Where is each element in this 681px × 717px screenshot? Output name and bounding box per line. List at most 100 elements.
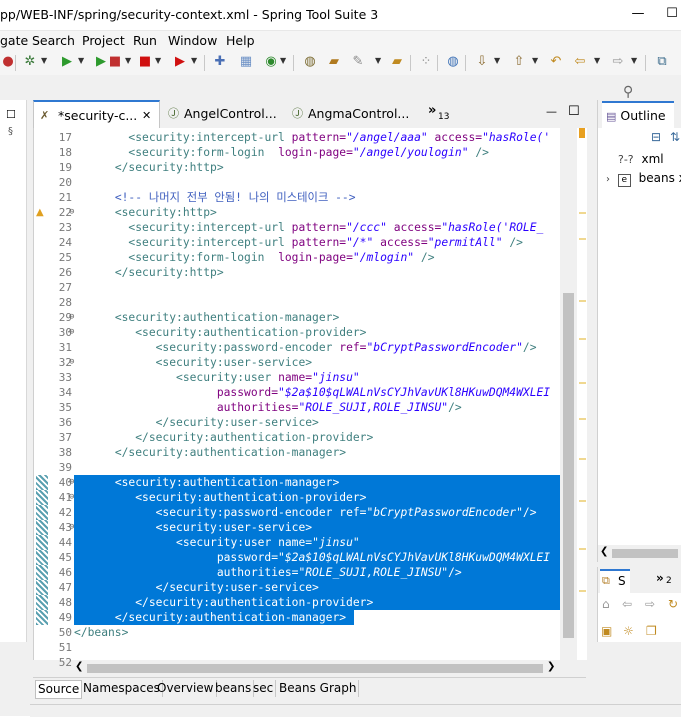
minimize-view-button[interactable]: — <box>546 105 557 118</box>
vertical-scroll-thumb[interactable] <box>563 293 574 638</box>
link-icon[interactable]: § <box>8 126 13 137</box>
code-line[interactable]: authorities="ROLE_SUJI,ROLE_JINSU"/> <box>74 400 560 415</box>
occurrence-marker[interactable] <box>579 382 586 384</box>
run-icon[interactable]: ▶ <box>59 54 75 70</box>
back-dropdown-icon[interactable]: ▼ <box>594 56 600 65</box>
code-line[interactable]: <security:authentication-provider> <box>74 325 560 340</box>
home-icon[interactable]: ⌂ <box>602 597 610 611</box>
forward-dropdown-icon[interactable]: ▼ <box>631 56 637 65</box>
code-line[interactable]: <security:form-login login-page="/mlogin… <box>74 250 560 265</box>
code-line[interactable] <box>74 640 560 655</box>
code-line[interactable]: <security:password-encoder ref="bCryptPa… <box>74 505 560 520</box>
menu-navigate[interactable]: gate <box>0 33 28 48</box>
occurrence-marker[interactable] <box>579 212 586 214</box>
maximize-button[interactable]: ☐ <box>664 6 680 22</box>
tab-sec[interactable]: sec <box>251 680 277 697</box>
code-line[interactable]: <security:form-login login-page="/angel/… <box>74 145 560 160</box>
tab-security-context[interactable]: ✗ *security-c... ✕ <box>33 100 160 129</box>
code-line[interactable]: </security:http> <box>74 265 560 280</box>
outline-hscroll[interactable]: ❮ <box>598 545 681 562</box>
scroll-left-icon[interactable]: ❮ <box>600 546 608 557</box>
tab-namespaces[interactable]: Namespaces <box>81 680 163 697</box>
code-line[interactable]: <security:intercept-url pattern="/angel/… <box>74 130 560 145</box>
next-annotation-icon[interactable]: ⇩ <box>474 54 490 70</box>
open-type-icon[interactable]: ◍ <box>302 54 318 70</box>
new-class-icon[interactable]: ◉ <box>263 54 279 70</box>
disconnect-icon[interactable]: ▶ <box>172 54 188 70</box>
code-line[interactable]: <security:intercept-url pattern="/*" acc… <box>74 235 560 250</box>
code-line[interactable] <box>74 175 560 190</box>
code-line[interactable] <box>74 460 560 475</box>
restore-icon[interactable]: ☐ <box>6 108 16 121</box>
menu-search[interactable]: Search <box>32 33 75 48</box>
code-line[interactable]: <security:user name="jinsu" <box>74 535 560 550</box>
overflow-chevron-icon[interactable]: » <box>656 571 664 585</box>
warning-icon[interactable]: ▲ <box>36 205 44 220</box>
occurrence-marker[interactable] <box>579 300 586 302</box>
scroll-right-icon[interactable]: ❯ <box>547 661 555 672</box>
warning-marker[interactable] <box>579 128 585 138</box>
tab-angma-controller[interactable]: Ⓙ AngmaControl... <box>286 100 411 127</box>
code-line[interactable]: password="$2a$10$qLWALnVsCYJhVavUKl8HKuw… <box>74 385 560 400</box>
tab-overview[interactable]: Overview <box>155 680 217 697</box>
minimize-button[interactable]: — <box>630 6 646 22</box>
disconnect-dropdown-icon[interactable]: ▼ <box>191 56 197 65</box>
code-line[interactable]: </security:authentication-manager> <box>74 445 560 460</box>
code-line[interactable]: </security:authentication-provider> <box>74 595 560 610</box>
tab-outline[interactable]: ▤ Outline <box>602 101 674 129</box>
search-toolbar-icon[interactable]: ⚲ <box>623 84 633 100</box>
prev-annotation-dropdown-icon[interactable]: ▼ <box>532 56 538 65</box>
menu-window[interactable]: Window <box>168 33 217 48</box>
open-folder-icon[interactable]: ▰ <box>326 54 342 70</box>
last-edit-icon[interactable]: ↶ <box>548 54 564 70</box>
tab-angel-controller[interactable]: Ⓙ AngelControl... <box>162 100 277 127</box>
refresh-icon[interactable]: ↻ <box>668 597 678 611</box>
code-line[interactable]: </security:user-service> <box>74 415 560 430</box>
expand-icon[interactable]: › <box>606 174 610 185</box>
occurrence-marker[interactable] <box>579 500 586 502</box>
next-annotation-dropdown-icon[interactable]: ▼ <box>494 56 500 65</box>
scroll-thumb[interactable] <box>612 549 678 558</box>
horizontal-scroll-thumb[interactable] <box>87 664 543 673</box>
code-line[interactable]: <security:intercept-url pattern="/ccc" a… <box>74 220 560 235</box>
code-line[interactable]: <!-- 나머지 전부 안됨! 나의 미스테이크 --> <box>74 190 560 205</box>
code-line[interactable]: <security:password-encoder ref="bCryptPa… <box>74 340 560 355</box>
terminate-dropdown-icon[interactable]: ▼ <box>155 56 161 65</box>
code-line[interactable] <box>74 280 560 295</box>
tab-beans[interactable]: beans <box>213 680 255 697</box>
menu-project[interactable]: Project <box>82 33 125 48</box>
run-dropdown-icon[interactable]: ▼ <box>78 56 84 65</box>
code-line[interactable]: authorities="ROLE_SUJI,ROLE_JINSU"/> <box>74 565 560 580</box>
tab-source[interactable]: Source <box>35 680 83 699</box>
close-icon[interactable]: ✕ <box>142 102 151 129</box>
code-line[interactable]: <security:user-service> <box>74 355 560 370</box>
collapse-all-icon[interactable]: ⊟ <box>651 130 661 144</box>
code-line[interactable] <box>74 295 560 310</box>
overview-ruler[interactable] <box>577 128 587 660</box>
overflow-tabs-button[interactable]: » 13 <box>428 100 454 127</box>
occurrence-marker[interactable] <box>579 458 586 460</box>
horizontal-scrollbar[interactable]: ❮ ❯ <box>73 660 559 676</box>
forward-icon[interactable]: ⇨ <box>610 54 626 70</box>
code-line[interactable]: <security:http> <box>74 205 560 220</box>
occurrence-marker[interactable] <box>579 548 586 550</box>
debug-dropdown-icon[interactable]: ▼ <box>41 56 47 65</box>
terminate-icon[interactable]: ■ <box>137 54 153 70</box>
package-icon[interactable]: ▦ <box>238 54 254 70</box>
tab-beans-graph[interactable]: Beans Graph <box>277 680 360 697</box>
pen-icon[interactable]: ✎ <box>350 54 366 70</box>
outline-item-beans[interactable]: › e beans xm <box>606 171 681 187</box>
scroll-left-icon[interactable]: ❮ <box>75 661 83 672</box>
new-project-icon[interactable]: ✚ <box>212 54 228 70</box>
prev-annotation-icon[interactable]: ⇧ <box>511 54 527 70</box>
code-line[interactable]: password="$2a$10$qLWALnVsCYJhVavUKl8HKuw… <box>74 550 560 565</box>
new-class-dropdown-icon[interactable]: ▼ <box>280 56 286 65</box>
search-icon[interactable]: ⁘ <box>418 54 434 70</box>
forward-icon[interactable]: ⇨ <box>645 597 655 611</box>
back-icon[interactable]: ⇦ <box>622 597 632 611</box>
external-dropdown-icon[interactable]: ▼ <box>125 56 131 65</box>
sun-icon[interactable]: ☼ <box>623 624 634 638</box>
xml-editor[interactable]: ▲ 17 18 19 20 21 22 ⊖ 23 24 25 26 27 28 29 ⊖ 30 ⊖ 31 32 ⊖ 33… <box>33 128 587 669</box>
code-line[interactable]: </security:authentication-provider> <box>74 430 560 445</box>
back-icon[interactable]: ⇦ <box>572 54 588 70</box>
